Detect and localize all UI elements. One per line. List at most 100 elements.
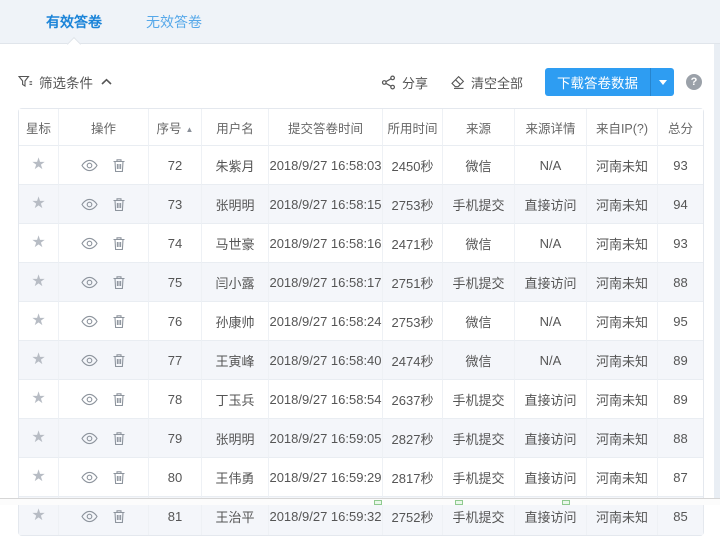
responses-table-container: 星标操作序号▲用户名提交答卷时间所用时间来源来源详情来自IP(?)总分 ★72朱… xyxy=(18,108,702,536)
eye-icon[interactable] xyxy=(81,315,98,328)
tab-invalid-label: 无效答卷 xyxy=(146,14,202,30)
trash-icon[interactable] xyxy=(112,353,126,368)
toolbar: 筛选条件 分享 清空全部 下载答卷数据 xyxy=(18,62,702,102)
table-row: ★79张明明2018/9/27 16:59:052827秒手机提交直接访问河南未… xyxy=(19,419,703,458)
clear-all-button[interactable]: 清空全部 xyxy=(450,73,523,92)
column-label: 星标 xyxy=(26,122,51,136)
clear-all-label: 清空全部 xyxy=(471,73,523,92)
cell-duration: 2751秒 xyxy=(383,263,443,302)
cell-source: 微信 xyxy=(443,224,515,263)
trash-icon[interactable] xyxy=(112,509,126,524)
cell-username: 闫小露 xyxy=(202,263,269,302)
filter-conditions-toggle[interactable]: 筛选条件 xyxy=(18,72,118,92)
download-answers-split-button: 下载答卷数据 xyxy=(545,68,674,96)
column-header-8: 来自IP(?) xyxy=(587,109,658,146)
cell-submit_time: 2018/9/27 16:58:24 xyxy=(269,302,383,341)
table-row: ★77王寅峰2018/9/27 16:58:402474秒微信N/A河南未知89 xyxy=(19,341,703,380)
cell-duration: 2474秒 xyxy=(383,341,443,380)
cell-seq: 80 xyxy=(149,458,202,497)
cell-username: 丁玉兵 xyxy=(202,380,269,419)
background-artifact-icon xyxy=(374,500,382,505)
cell-ip: 河南未知 xyxy=(587,419,658,458)
window-edge-scrollbar-track[interactable] xyxy=(714,0,720,505)
tab-bar: 有效答卷 无效答卷 xyxy=(0,0,720,44)
eye-icon[interactable] xyxy=(81,159,98,172)
cell-seq: 74 xyxy=(149,224,202,263)
star-icon[interactable]: ★ xyxy=(31,468,45,485)
star-icon[interactable]: ★ xyxy=(31,234,45,251)
tab-valid-responses[interactable]: 有效答卷 xyxy=(46,0,102,44)
trash-icon[interactable] xyxy=(112,275,126,290)
star-icon[interactable]: ★ xyxy=(31,507,45,524)
cell-submit_time: 2018/9/27 16:59:05 xyxy=(269,419,383,458)
star-icon[interactable]: ★ xyxy=(31,273,45,290)
share-nodes-icon xyxy=(381,75,396,90)
star-icon[interactable]: ★ xyxy=(31,429,45,446)
cell-ip: 河南未知 xyxy=(587,224,658,263)
cell-source_detail: 直接访问 xyxy=(515,458,587,497)
cell-source: 手机提交 xyxy=(443,419,515,458)
share-button[interactable]: 分享 xyxy=(381,73,428,92)
eye-icon[interactable] xyxy=(81,198,98,211)
background-artifact-icon xyxy=(562,500,570,505)
cell-source_detail: N/A xyxy=(515,302,587,341)
cell-duration: 2450秒 xyxy=(383,146,443,185)
help-button[interactable]: ? xyxy=(686,74,702,90)
cell-ip: 河南未知 xyxy=(587,341,658,380)
cell-username: 马世豪 xyxy=(202,224,269,263)
cell-source: 微信 xyxy=(443,341,515,380)
column-header-1: 操作 xyxy=(59,109,149,146)
trash-icon[interactable] xyxy=(112,431,126,446)
cell-duration: 2471秒 xyxy=(383,224,443,263)
sort-ascending-icon[interactable]: ▲ xyxy=(186,125,194,134)
cell-source_detail: N/A xyxy=(515,224,587,263)
column-header-2[interactable]: 序号▲ xyxy=(149,109,202,146)
star-icon[interactable]: ★ xyxy=(31,156,45,173)
cell-source: 手机提交 xyxy=(443,263,515,302)
eye-icon[interactable] xyxy=(81,510,98,523)
column-label: 提交答卷时间 xyxy=(288,122,363,136)
trash-icon[interactable] xyxy=(112,392,126,407)
cell-username: 王寅峰 xyxy=(202,341,269,380)
cell-score: 88 xyxy=(658,263,703,302)
cell-submit_time: 2018/9/27 16:58:15 xyxy=(269,185,383,224)
star-icon[interactable]: ★ xyxy=(31,312,45,329)
cell-ip: 河南未知 xyxy=(587,302,658,341)
cell-submit_time: 2018/9/27 16:58:40 xyxy=(269,341,383,380)
eye-icon[interactable] xyxy=(81,276,98,289)
eye-icon[interactable] xyxy=(81,393,98,406)
table-row: ★80王伟勇2018/9/27 16:59:292817秒手机提交直接访问河南未… xyxy=(19,458,703,497)
cell-username: 孙康帅 xyxy=(202,302,269,341)
question-icon: ? xyxy=(691,76,698,88)
star-icon[interactable]: ★ xyxy=(31,390,45,407)
trash-icon[interactable] xyxy=(112,158,126,173)
cell-source: 微信 xyxy=(443,302,515,341)
column-header-7: 来源详情 xyxy=(515,109,587,146)
background-artifact-icon xyxy=(455,500,463,505)
active-tab-notch xyxy=(67,36,81,50)
table-body: ★72朱紫月2018/9/27 16:58:032450秒微信N/A河南未知93… xyxy=(19,146,703,535)
eye-icon[interactable] xyxy=(81,237,98,250)
eye-icon[interactable] xyxy=(81,471,98,484)
cell-ip: 河南未知 xyxy=(587,458,658,497)
star-icon[interactable]: ★ xyxy=(31,351,45,368)
eye-icon[interactable] xyxy=(81,354,98,367)
tab-invalid-responses[interactable]: 无效答卷 xyxy=(146,0,202,44)
trash-icon[interactable] xyxy=(112,470,126,485)
cell-seq: 73 xyxy=(149,185,202,224)
cell-score: 88 xyxy=(658,419,703,458)
trash-icon[interactable] xyxy=(112,197,126,212)
funnel-icon xyxy=(18,75,33,89)
cell-duration: 2753秒 xyxy=(383,185,443,224)
trash-icon[interactable] xyxy=(112,314,126,329)
eye-icon[interactable] xyxy=(81,432,98,445)
share-label: 分享 xyxy=(402,73,428,92)
trash-icon[interactable] xyxy=(112,236,126,251)
cell-username: 张明明 xyxy=(202,185,269,224)
star-icon[interactable]: ★ xyxy=(31,195,45,212)
cell-source_detail: 直接访问 xyxy=(515,419,587,458)
download-dropdown-toggle[interactable] xyxy=(650,68,674,96)
column-header-0: 星标 xyxy=(19,109,59,146)
eraser-icon xyxy=(450,75,465,90)
download-answers-button[interactable]: 下载答卷数据 xyxy=(545,68,650,96)
